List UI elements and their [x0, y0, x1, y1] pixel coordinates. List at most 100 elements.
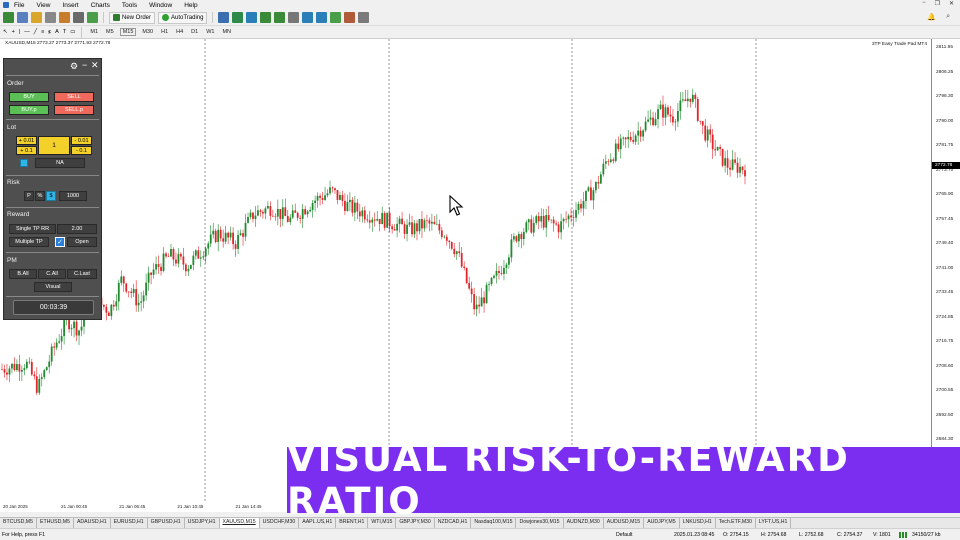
- shapes-icon[interactable]: ▭: [70, 29, 75, 35]
- lot-plus-01-button[interactable]: + 0.1: [16, 146, 37, 155]
- templates-icon[interactable]: [358, 12, 370, 23]
- chart-tab[interactable]: WTI,M15: [368, 518, 397, 528]
- timeframe-w1[interactable]: W1: [204, 29, 216, 35]
- navigator-icon[interactable]: [59, 12, 70, 23]
- chart-tab[interactable]: EURUSD,H1: [111, 518, 148, 528]
- chart-tab[interactable]: NZDCAD,H1: [435, 518, 472, 528]
- label-tool-icon[interactable]: T: [63, 29, 66, 35]
- zoom-out-icon[interactable]: [274, 12, 286, 23]
- bar-chart-icon[interactable]: [218, 12, 230, 23]
- market-watch-icon[interactable]: [31, 12, 42, 23]
- buy-button[interactable]: BUY: [9, 92, 49, 102]
- timeframe-h1[interactable]: H1: [159, 29, 170, 35]
- notification-icon[interactable]: 🔔: [927, 13, 936, 21]
- search-icon[interactable]: ⌕: [946, 13, 950, 21]
- chart-tab[interactable]: BRENT,H1: [336, 518, 369, 528]
- lot-value-field[interactable]: 1: [38, 136, 70, 155]
- chart-tab[interactable]: LNKUSD,H1: [680, 518, 716, 528]
- gear-icon[interactable]: ⚙: [70, 61, 78, 72]
- menu-tools[interactable]: Tools: [122, 2, 137, 9]
- menu-view[interactable]: View: [36, 2, 50, 9]
- tp-rr-value-field[interactable]: 2.00: [57, 224, 97, 234]
- text-tool-icon[interactable]: A: [55, 29, 59, 35]
- timeframe-h4[interactable]: H4: [174, 29, 185, 35]
- chart-tab[interactable]: Nasdaq100,M15: [471, 518, 517, 528]
- chart-tab[interactable]: AAPL.US,H1: [299, 518, 337, 528]
- cursor-tool-icon[interactable]: ↖: [3, 29, 8, 35]
- chart-tab[interactable]: Tech.ETF,M30: [716, 518, 756, 528]
- close-last-button[interactable]: C.Last: [67, 269, 97, 279]
- channel-icon[interactable]: ≡: [41, 29, 44, 35]
- restore-icon[interactable]: ❐: [935, 0, 940, 7]
- indicators-icon[interactable]: [330, 12, 342, 23]
- chart-tab[interactable]: AUDNZD,M30: [564, 518, 604, 528]
- menu-insert[interactable]: Insert: [62, 2, 78, 9]
- menu-window[interactable]: Window: [149, 2, 172, 9]
- timeframe-m1[interactable]: M1: [88, 29, 100, 35]
- horizontal-line-icon[interactable]: —: [24, 29, 30, 35]
- chart-tab[interactable]: GBPJPY,M30: [396, 518, 435, 528]
- timeframe-d1[interactable]: D1: [189, 29, 200, 35]
- periods-icon[interactable]: [344, 12, 356, 23]
- visual-button[interactable]: Visual: [34, 282, 72, 292]
- terminal-icon[interactable]: [73, 12, 84, 23]
- risk-money-toggle[interactable]: $: [46, 191, 56, 201]
- trendline-icon[interactable]: ╱: [34, 29, 37, 35]
- chart-tab[interactable]: AUDJPY,M5: [644, 518, 680, 528]
- fibonacci-icon[interactable]: Ꞙ: [48, 28, 51, 36]
- chart-tab[interactable]: GBPUSD,H1: [148, 518, 185, 528]
- menu-charts[interactable]: Charts: [91, 2, 110, 9]
- close-all-button[interactable]: C.All: [38, 269, 66, 279]
- data-window-icon[interactable]: [45, 12, 56, 23]
- sell-button[interactable]: SELL: [54, 92, 94, 102]
- risk-percent-toggle[interactable]: %: [35, 191, 45, 201]
- chart-tab[interactable]: BTCUSD,M5: [0, 518, 37, 528]
- chart-tab[interactable]: AUDUSD,M15: [604, 518, 645, 528]
- chart-tab[interactable]: USDCHF,M30: [260, 518, 300, 528]
- close-panel-icon[interactable]: ✕: [91, 60, 99, 71]
- new-order-button[interactable]: New Order: [109, 11, 156, 24]
- vertical-line-icon[interactable]: |: [19, 29, 20, 35]
- chart-tab[interactable]: ADAUSD,H1: [74, 518, 111, 528]
- minimize-icon[interactable]: −: [922, 0, 926, 7]
- chart-tab[interactable]: ETHUSD,M5: [37, 518, 74, 528]
- new-chart-icon[interactable]: [3, 12, 14, 23]
- minimize-panel-icon[interactable]: −: [82, 60, 87, 70]
- price-tick-label: 2733.45: [936, 290, 954, 296]
- risk-points-toggle[interactable]: P: [24, 191, 34, 201]
- line-chart-icon[interactable]: [246, 12, 258, 23]
- chart-tab[interactable]: USDJPY,H1: [185, 518, 220, 528]
- profiles-icon[interactable]: [17, 12, 28, 23]
- auto-trading-button[interactable]: AutoTrading: [158, 11, 208, 24]
- autoscroll-icon[interactable]: [316, 12, 328, 23]
- close-icon[interactable]: ✕: [949, 0, 954, 7]
- lot-minus-01-button[interactable]: - 0.1: [71, 146, 92, 155]
- break-even-all-button[interactable]: B.All: [9, 269, 37, 279]
- single-tp-rr-button[interactable]: Single TP RR: [9, 224, 56, 234]
- lot-mode-checkbox[interactable]: [20, 159, 28, 167]
- lot-plus-001-button[interactable]: + 0.01: [16, 136, 37, 145]
- checkmark-icon[interactable]: ✓: [55, 237, 65, 247]
- menu-help[interactable]: Help: [184, 2, 197, 9]
- chart-tab[interactable]: Dowjones30,M15: [516, 518, 564, 528]
- sell-pending-button[interactable]: SELL.p: [54, 105, 94, 115]
- chart-tab[interactable]: XAUUSD,M15: [219, 518, 260, 528]
- timeframe-m5[interactable]: M5: [104, 29, 116, 35]
- candlestick-icon[interactable]: [232, 12, 244, 23]
- menu-file[interactable]: File: [14, 2, 24, 9]
- tile-windows-icon[interactable]: [288, 12, 300, 23]
- chart-tab[interactable]: LYFT.US,H1: [756, 518, 792, 528]
- buy-pending-button[interactable]: BUY.p: [9, 105, 49, 115]
- crosshair-icon[interactable]: +: [12, 29, 15, 35]
- chart-shift-icon[interactable]: [302, 12, 314, 23]
- timeframe-m30[interactable]: M30: [140, 29, 155, 35]
- chart-area[interactable]: XAUUSD,M15 2773.27 2773.37 2771.93 2772.…: [0, 39, 932, 505]
- lot-minus-001-button[interactable]: - 0.01: [71, 136, 92, 145]
- zoom-in-icon[interactable]: [260, 12, 272, 23]
- risk-value-field[interactable]: 1000: [59, 191, 87, 201]
- timeframe-mn[interactable]: MN: [220, 29, 233, 35]
- multiple-tp-button[interactable]: Multiple TP: [9, 237, 49, 247]
- tester-icon[interactable]: [87, 12, 98, 23]
- timeframe-m15[interactable]: M15: [119, 28, 137, 36]
- open-button[interactable]: Open: [67, 237, 97, 247]
